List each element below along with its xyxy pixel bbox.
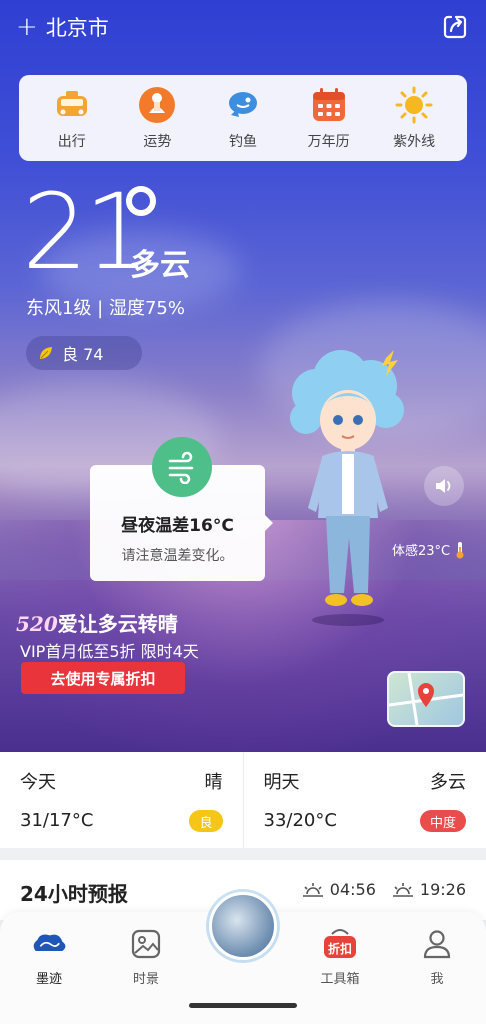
city-selector[interactable]: + 北京市	[16, 12, 109, 42]
current-condition: 多云	[130, 248, 190, 283]
sun-icon	[394, 85, 434, 125]
top-bar: + 北京市	[0, 0, 486, 56]
feels-like: 体感23°C	[392, 540, 466, 559]
sunrise: 04:56	[302, 880, 376, 899]
taxi-icon	[52, 85, 92, 125]
leaf-icon	[40, 347, 52, 359]
day-condition: 多云	[430, 772, 466, 793]
thermometer-icon	[456, 541, 464, 558]
weather-mascot[interactable]	[286, 348, 416, 628]
fish-icon	[223, 85, 263, 125]
quick-action-fortune[interactable]: 运势	[122, 85, 192, 151]
city-name: 北京市	[45, 16, 109, 40]
aqi-value: 良 74	[62, 345, 104, 364]
user-icon	[419, 926, 455, 962]
hourly-title: 24小时预报	[20, 882, 128, 906]
fortune-icon	[137, 85, 177, 125]
toolbox-badge: 折扣	[327, 942, 352, 956]
quick-action-fishing[interactable]: 钓鱼	[208, 85, 278, 151]
quick-action-travel[interactable]: 出行	[37, 85, 107, 151]
tip-title: 昼夜温差16°C	[121, 516, 234, 536]
tab-label: 工具箱	[320, 972, 360, 987]
sunrise-icon	[302, 882, 323, 897]
day-name: 今天	[20, 772, 56, 793]
sunset-icon	[392, 882, 413, 897]
quick-action-label: 钓鱼	[228, 134, 257, 150]
quick-action-calendar[interactable]: 万年历	[294, 85, 364, 151]
tip-subtitle: 请注意温差变化。	[121, 548, 234, 564]
tab-label: 时景	[132, 972, 159, 987]
sunset-time: 19:26	[419, 880, 466, 899]
promo-title: 520爱让多云转晴	[16, 608, 178, 637]
quick-action-label: 出行	[57, 134, 86, 150]
day-aqi-badge: 中度	[419, 810, 466, 832]
add-city-icon: +	[16, 12, 38, 42]
map-pin-icon	[388, 672, 464, 726]
toolbox-icon: 折扣	[322, 926, 358, 962]
photo-icon	[128, 926, 164, 962]
day-aqi-badge: 良	[189, 810, 223, 832]
aqi-chip[interactable]: 良 74	[26, 336, 142, 370]
promo-subtitle: VIP首月低至5折 限时4天	[20, 642, 199, 661]
temperature-tip-card[interactable]: 昼夜温差16°C 请注意温差变化。	[90, 437, 273, 581]
day-condition: 晴	[204, 772, 223, 793]
sun-times: 04:56 19:26	[302, 880, 466, 899]
day-tomorrow[interactable]: 明天 多云 33/20°C 中度	[242, 752, 486, 848]
day-today[interactable]: 今天 晴 31/17°C 良	[0, 752, 243, 848]
voice-broadcast-button[interactable]	[424, 466, 464, 506]
sunrise-time: 04:56	[329, 880, 376, 899]
moji-cloud-icon	[31, 926, 67, 962]
promo-number: 520	[16, 612, 58, 636]
day-temps: 31/17°C	[20, 810, 94, 831]
share-icon	[443, 15, 467, 39]
radar-map-button[interactable]	[387, 671, 465, 727]
wind-humidity: 东风1级 | 湿度75%	[26, 298, 185, 319]
quick-actions-bar: 出行 运势 钓鱼 万年历 紫外线	[19, 75, 467, 161]
use-discount-button[interactable]: 去使用专属折扣	[21, 662, 185, 694]
sunset: 19:26	[392, 880, 466, 899]
tab-label: 我	[430, 972, 444, 987]
quick-action-uv[interactable]: 紫外线	[379, 85, 449, 151]
tab-moji[interactable]: 墨迹	[14, 926, 84, 987]
day-temps: 33/20°C	[263, 810, 337, 831]
tab-toolbox[interactable]: 折扣 工具箱	[305, 926, 375, 987]
tab-scenes[interactable]: 时景	[111, 926, 181, 987]
speaker-icon	[436, 479, 451, 493]
home-indicator	[189, 1003, 297, 1008]
tab-label: 墨迹	[35, 972, 62, 987]
share-button[interactable]	[442, 14, 468, 40]
quick-action-label: 运势	[143, 134, 172, 150]
center-weather-orb-button[interactable]	[209, 892, 277, 960]
two-day-forecast: 今天 晴 31/17°C 良 明天 多云 33/20°C 中度	[0, 752, 486, 848]
quick-action-label: 紫外线	[393, 134, 436, 150]
promo-title-text: 爱让多云转晴	[57, 612, 178, 636]
calendar-icon	[309, 85, 349, 125]
quick-action-label: 万年历	[307, 134, 350, 150]
wind-icon	[152, 437, 212, 497]
degree-symbol	[126, 186, 156, 216]
feels-like-text: 体感23°C	[392, 544, 451, 559]
tab-me[interactable]: 我	[402, 926, 472, 987]
